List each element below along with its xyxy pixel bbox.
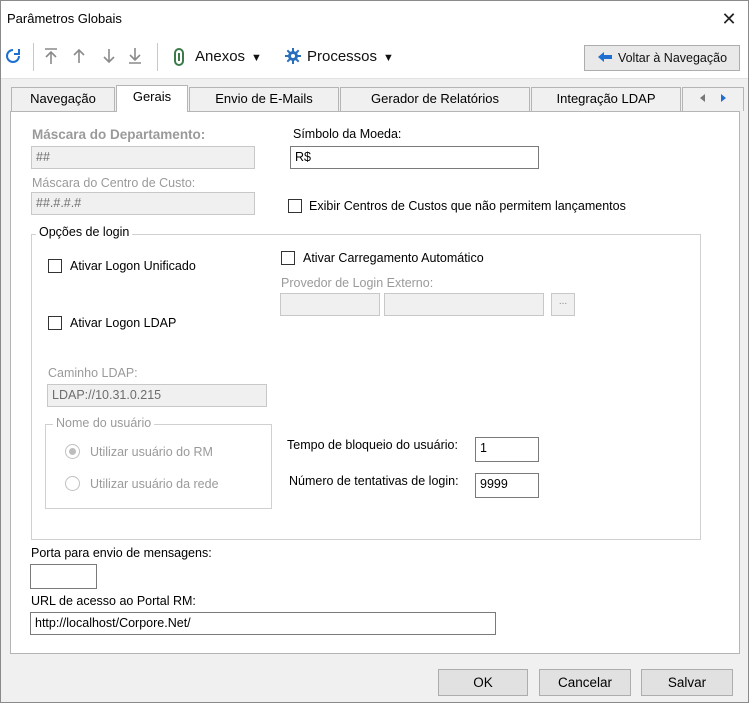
mascara-departamento-field: ## (31, 146, 255, 169)
chevron-down-icon: ▼ (383, 52, 394, 64)
ok-button[interactable]: OK (438, 669, 528, 696)
url-portal-input[interactable]: http://localhost/Corpore.Net/ (30, 612, 496, 635)
refresh-icon[interactable] (3, 47, 23, 67)
dialog-window: Parâmetros Globais ✕ Anexos ▼ Processos … (0, 0, 749, 703)
nome-usuario-title: Nome do usuário (53, 416, 155, 430)
tab-gerais[interactable]: Gerais (116, 85, 188, 112)
usuario-rm-radio (65, 444, 80, 459)
tab-envio-emails[interactable]: Envio de E-Mails (189, 87, 339, 111)
simbolo-moeda-input[interactable]: R$ (290, 146, 539, 169)
salvar-button[interactable]: Salvar (641, 669, 733, 696)
mascara-centro-custo-field: ##.#.#.# (31, 192, 255, 215)
tab-strip: Navegação Gerais Envio de E-Mails Gerado… (9, 85, 746, 112)
usuario-rede-radio (65, 476, 80, 491)
logon-unificado-checkbox[interactable] (48, 259, 62, 273)
move-first-icon[interactable] (41, 47, 61, 67)
provedor-login-name-field (384, 293, 544, 316)
tempo-bloqueio-input[interactable]: 1 (475, 437, 539, 462)
gear-icon (283, 47, 303, 67)
move-down-icon[interactable] (99, 47, 119, 67)
tab-gerador-relatorios[interactable]: Gerador de Relatórios (340, 87, 530, 111)
radio-selected-dot (69, 448, 76, 455)
processos-label: Processos (307, 48, 378, 65)
voltar-navegacao-button[interactable]: Voltar à Navegação (584, 45, 740, 71)
provedor-login-code-field (280, 293, 380, 316)
carregamento-automatico-checkbox[interactable] (281, 251, 295, 265)
chevron-down-icon: ▼ (251, 52, 262, 64)
tab-integracao-ldap[interactable]: Integração LDAP (531, 87, 681, 111)
tentativas-login-label: Número de tentativas de login: (289, 474, 459, 488)
toolbar-separator (33, 43, 34, 71)
tab-scroll-buttons (682, 87, 744, 111)
porta-envio-input[interactable] (30, 564, 97, 589)
mascara-centro-custo-label: Máscara do Centro de Custo: (32, 176, 196, 190)
provedor-login-lookup-button: ... (551, 293, 575, 316)
mascara-departamento-label: Máscara do Departamento: (32, 127, 206, 142)
logon-ldap-checkbox[interactable] (48, 316, 62, 330)
paperclip-icon (169, 47, 189, 67)
toolbar: Anexos ▼ Processos ▼ Voltar à Navegação (1, 37, 748, 79)
processos-menu[interactable]: Processos ▼ (307, 48, 394, 65)
toolbar-separator (157, 43, 158, 71)
back-arrow-icon (597, 47, 613, 71)
tab-scroll-right-icon[interactable] (718, 91, 728, 106)
logon-unificado-label: Ativar Logon Unificado (70, 259, 196, 273)
url-portal-label: URL de acesso ao Portal RM: (31, 594, 196, 608)
exibir-centros-checkbox[interactable] (288, 199, 302, 213)
provedor-login-label: Provedor de Login Externo: (281, 276, 434, 290)
anexos-label: Anexos (195, 48, 246, 65)
tab-navegacao[interactable]: Navegação (11, 87, 115, 111)
close-icon[interactable]: ✕ (717, 7, 741, 31)
usuario-rede-label: Utilizar usuário da rede (90, 477, 219, 491)
porta-envio-label: Porta para envio de mensagens: (31, 546, 212, 560)
simbolo-moeda-label: Símbolo da Moeda: (293, 127, 402, 141)
tab-scroll-left-icon[interactable] (698, 91, 712, 106)
cancelar-button[interactable]: Cancelar (539, 669, 631, 696)
usuario-rm-label: Utilizar usuário do RM (90, 445, 213, 459)
opcoes-login-title: Opções de login (36, 225, 133, 239)
tentativas-login-input[interactable]: 9999 (475, 473, 539, 498)
logon-ldap-label: Ativar Logon LDAP (70, 316, 177, 330)
title-bar: Parâmetros Globais ✕ (1, 1, 748, 37)
tempo-bloqueio-label: Tempo de bloqueio do usuário: (287, 438, 458, 452)
carregamento-automatico-label: Ativar Carregamento Automático (303, 251, 484, 265)
nome-usuario-group (45, 424, 272, 509)
caminho-ldap-label: Caminho LDAP: (48, 366, 138, 380)
move-last-icon[interactable] (125, 47, 145, 67)
anexos-menu[interactable]: Anexos ▼ (195, 48, 262, 65)
window-title: Parâmetros Globais (7, 11, 122, 26)
voltar-label: Voltar à Navegação (617, 51, 728, 65)
exibir-centros-label: Exibir Centros de Custos que não permite… (309, 199, 626, 213)
move-up-icon[interactable] (69, 47, 89, 67)
gerais-panel: Máscara do Departamento: ## Símbolo da M… (10, 111, 740, 654)
caminho-ldap-field: LDAP://10.31.0.215 (47, 384, 267, 407)
